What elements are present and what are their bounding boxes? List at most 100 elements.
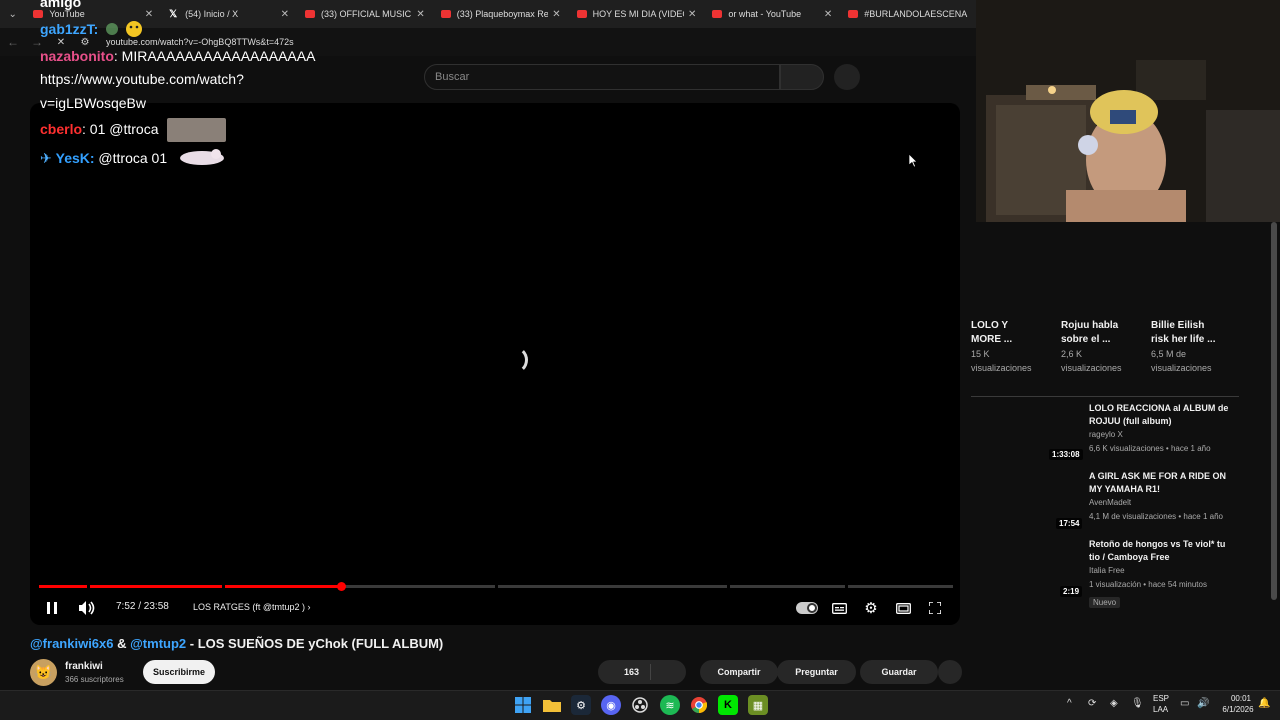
voice-search-button[interactable]	[834, 64, 860, 90]
browser-tab[interactable]: (33) Plaqueboymax React✕	[433, 0, 569, 28]
progress-scrubber[interactable]	[336, 582, 346, 591]
steam-icon[interactable]: ⚙	[571, 695, 591, 715]
network-icon[interactable]: ▭	[1180, 698, 1189, 709]
chat-text: v=igLBWosqeBw	[40, 95, 146, 111]
short-views: visualizaciones	[1061, 363, 1122, 373]
video-duration: 1:33:08	[1049, 449, 1083, 460]
ask-button[interactable]: Preguntar	[777, 660, 856, 684]
spotify-icon[interactable]: ≋	[660, 695, 680, 715]
chat-emote-icon	[176, 146, 228, 168]
sidebar-video-meta: 4,1 M de visualizaciones • hace 1 año	[1089, 512, 1223, 521]
youtube-icon	[304, 10, 315, 18]
clock-time[interactable]: 00:01	[1224, 694, 1258, 703]
tab-search-icon[interactable]: ⌄	[0, 0, 25, 28]
youtube-icon	[440, 10, 451, 18]
like-button[interactable]: 163	[598, 660, 686, 684]
save-button[interactable]: Guardar	[860, 660, 938, 684]
sidebar-video-title: Retoño de hongos vs Te viol* tu	[1089, 539, 1226, 549]
video-player[interactable]	[30, 103, 960, 625]
kick-icon[interactable]: K	[718, 695, 738, 715]
youtube-icon	[712, 10, 723, 18]
short-card[interactable]: LOLO Y MORE ... 15 K visualizaciones	[971, 319, 1051, 375]
avatar[interactable]: 😺	[30, 659, 57, 686]
chat-message: v=igLBWosqeBw	[40, 95, 146, 111]
chat-username: YesK:	[55, 150, 95, 166]
x-icon: 𝕏	[169, 8, 178, 20]
file-explorer-icon[interactable]	[542, 695, 562, 715]
sidebar-video-text: LOLO REACCIONA al ALBUM de ROJUU (full a…	[1089, 402, 1249, 456]
stop-icon[interactable]: ✕	[54, 37, 68, 48]
miniplayer-button[interactable]	[894, 598, 912, 618]
close-icon[interactable]: ✕	[688, 9, 696, 20]
obs-icon[interactable]	[630, 695, 650, 715]
subscriber-count: 366 suscriptores	[65, 675, 124, 684]
chat-emote-icon	[167, 118, 226, 142]
chat-message: ✈ YesK: @ttroca 01	[40, 150, 167, 167]
notification-bell-icon[interactable]: 🔔	[1258, 698, 1270, 709]
short-views: 15 K	[971, 349, 990, 359]
browser-tab[interactable]: (33) OFFICIAL MUSIC VIDE ✕	[297, 0, 433, 28]
short-views: visualizaciones	[1151, 363, 1212, 373]
volume-icon[interactable]: 🔊	[1197, 698, 1209, 709]
clock-date[interactable]: 6/1/2026	[1218, 705, 1258, 714]
volume-button[interactable]	[78, 598, 96, 618]
chat-emote-icon	[104, 18, 150, 40]
subscribe-button[interactable]: Suscribirme	[143, 660, 215, 684]
close-icon[interactable]: ✕	[416, 9, 424, 20]
close-icon[interactable]: ✕	[552, 9, 560, 20]
search-button[interactable]	[780, 64, 824, 90]
chevron-right-icon: ›	[307, 602, 311, 612]
short-card[interactable]: Rojuu habla sobre el ... 2,6 K visualiza…	[1061, 319, 1141, 375]
browser-tab[interactable]: HOY ES MI DIA (VIDEO OF ✕	[569, 0, 705, 28]
windows-start-icon[interactable]	[513, 695, 533, 715]
close-icon[interactable]: ✕	[824, 9, 832, 20]
scrollbar[interactable]	[1271, 222, 1277, 600]
chat-message: gab1zzT:	[40, 21, 98, 37]
sidebar-video-meta: 6,6 K visualizaciones • hace 1 año	[1089, 444, 1211, 453]
time-display: 7:52 / 23:58	[116, 601, 169, 612]
discord-icon[interactable]: ◉	[601, 695, 621, 715]
mention-link[interactable]: @frankiwi6x6	[30, 636, 114, 651]
chrome-icon[interactable]	[689, 695, 709, 715]
short-card[interactable]: Billie Eilish risk her life ... 6,5 M de…	[1151, 319, 1231, 375]
search-input[interactable]: Buscar	[424, 64, 780, 90]
chapter-title[interactable]: LOS RATGES (ft @tmtup2 ) ›	[193, 602, 311, 612]
subtitles-button[interactable]	[830, 598, 848, 618]
keyboard-layout-indicator[interactable]: LAA	[1153, 705, 1168, 714]
like-count: 163	[624, 667, 640, 677]
microphone-icon[interactable]: 🎙	[1131, 698, 1144, 709]
chapter-divider	[727, 585, 730, 588]
more-actions-button[interactable]	[938, 660, 962, 684]
mention-link[interactable]: @tmtup2	[130, 636, 186, 651]
minecraft-icon[interactable]: ▦	[748, 695, 768, 715]
shield-icon[interactable]: ◈	[1110, 698, 1118, 709]
pause-button[interactable]	[44, 598, 60, 618]
short-views: 2,6 K	[1061, 349, 1083, 359]
tab-label: (33) Plaqueboymax React	[456, 9, 549, 19]
chat-text: : MIRAAAAAAAAAAAAAAAAAA	[113, 48, 316, 64]
browser-tab[interactable]: or what - YouTube ✕	[704, 0, 840, 28]
sidebar-video-meta: 1 visualización • hace 54 minutos	[1089, 580, 1207, 589]
forward-icon[interactable]: →	[30, 35, 44, 49]
back-icon[interactable]: ←	[6, 35, 20, 49]
channel-name[interactable]: frankiwi	[65, 661, 103, 672]
chat-username: cberlo	[40, 121, 83, 137]
share-button[interactable]: Compartir	[700, 660, 778, 684]
chat-message: https://www.youtube.com/watch?	[40, 71, 244, 87]
short-title: LOLO Y	[971, 320, 1009, 331]
chat-text: https://www.youtube.com/watch?	[40, 71, 244, 87]
site-info-icon[interactable]: ⚙	[78, 37, 92, 48]
sidebar-video-text: Retoño de hongos vs Te viol* tu tio / Ca…	[1089, 538, 1249, 610]
short-title: MORE ...	[971, 334, 1013, 345]
settings-gear-icon[interactable]: ⚙	[862, 598, 880, 618]
autoplay-toggle[interactable]	[796, 602, 818, 614]
chevron-up-icon[interactable]: ^	[1067, 698, 1072, 709]
fullscreen-icon[interactable]	[926, 598, 944, 618]
youtube-icon	[848, 10, 859, 18]
close-icon[interactable]: ✕	[281, 9, 289, 20]
browser-tab[interactable]: 𝕏 (54) Inicio / X ✕	[161, 0, 297, 28]
browser-tab[interactable]: #BURLANDOLAESCENA	[840, 0, 976, 28]
language-indicator[interactable]: ESP	[1153, 694, 1169, 703]
chat-text: @ttroca 01	[94, 150, 168, 166]
refresh-icon[interactable]: ⟳	[1088, 698, 1096, 709]
